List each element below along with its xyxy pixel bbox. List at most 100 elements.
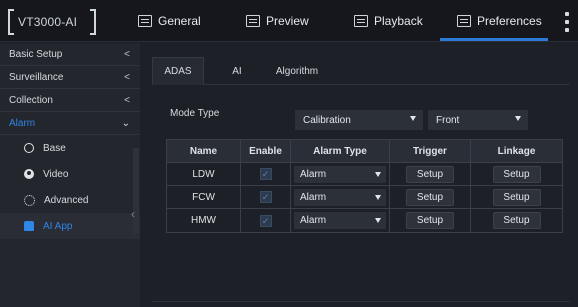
linkage-cell: Setup: [471, 163, 562, 185]
chevron-left-icon: <: [124, 48, 130, 60]
video-icon: [24, 169, 34, 179]
sidebar-subitem-video[interactable]: Video: [0, 161, 140, 187]
logo-left-bracket: [8, 9, 14, 35]
mode-type-select[interactable]: Calibration: [295, 110, 423, 130]
header-alarm-type: Alarm Type: [291, 140, 390, 162]
chevron-left-icon: <: [124, 94, 130, 106]
table-row: HMW ✓ Alarm Setup Setup: [167, 209, 562, 232]
sidebar-item-basic-setup[interactable]: Basic Setup <: [0, 43, 140, 66]
position-select[interactable]: Front: [428, 110, 528, 130]
linkage-cell: Setup: [471, 186, 562, 208]
table-header: Name Enable Alarm Type Trigger Linkage: [167, 140, 562, 163]
header-trigger: Trigger: [390, 140, 471, 162]
logo: VT3000-AI: [8, 9, 96, 35]
alarm-type-cell: Alarm: [291, 186, 390, 208]
chevron-left-icon: <: [124, 71, 130, 83]
enable-checkbox[interactable]: ✓: [259, 191, 272, 203]
sidebar-subitem-base[interactable]: Base: [0, 135, 140, 161]
table-row: LDW ✓ Alarm Setup Setup: [167, 163, 562, 186]
nav-general[interactable]: General: [138, 0, 201, 42]
position-value: Front: [436, 114, 460, 126]
chevron-down-icon: ⌄: [121, 117, 130, 129]
adas-table: Name Enable Alarm Type Trigger Linkage L…: [166, 139, 563, 233]
alarm-type-value: Alarm: [300, 168, 327, 180]
nav-playback[interactable]: Playback: [354, 0, 423, 42]
preview-icon: [246, 15, 260, 27]
alarm-type-cell: Alarm: [291, 163, 390, 185]
dropdown-caret-icon: [375, 218, 381, 223]
mode-type-value: Calibration: [303, 114, 351, 126]
enable-checkbox[interactable]: ✓: [259, 168, 272, 180]
trigger-setup-button[interactable]: Setup: [406, 165, 454, 183]
tab-adas[interactable]: ADAS: [152, 57, 204, 85]
row-name: HMW: [167, 209, 241, 232]
tab-bar: ADAS AI Algorithm: [152, 57, 570, 85]
playback-icon: [354, 15, 368, 27]
enable-cell: ✓: [241, 186, 291, 208]
trigger-cell: Setup: [390, 163, 471, 185]
sidebar-item-label: Surveillance: [9, 71, 64, 83]
ai-app-icon: [24, 221, 34, 231]
alarm-type-select[interactable]: Alarm: [294, 188, 386, 206]
dropdown-caret-icon: [515, 116, 521, 121]
tab-algorithm[interactable]: Algorithm: [267, 57, 327, 85]
alarm-type-value: Alarm: [300, 215, 327, 226]
main-panel: ADAS AI Algorithm Mode Type Calibration …: [140, 43, 578, 307]
row-name: FCW: [167, 186, 241, 208]
tab-ai[interactable]: AI: [222, 57, 252, 85]
sidebar-subitem-label: AI App: [43, 220, 73, 232]
sidebar-item-label: Alarm: [9, 117, 36, 129]
general-icon: [138, 15, 152, 27]
dropdown-caret-icon: [375, 171, 381, 177]
header-name: Name: [167, 140, 241, 162]
nav-preferences-label: Preferences: [477, 14, 542, 28]
nav-preferences[interactable]: Preferences: [457, 0, 542, 42]
dropdown-caret-icon: [410, 116, 416, 121]
logo-text: VT3000-AI: [18, 15, 78, 29]
enable-checkbox[interactable]: ✓: [259, 214, 272, 227]
sidebar-item-label: Basic Setup: [9, 48, 63, 60]
linkage-setup-button[interactable]: Setup: [492, 165, 541, 183]
alarm-type-value: Alarm: [300, 191, 327, 203]
linkage-setup-button[interactable]: Setup: [492, 212, 541, 229]
mode-type-label: Mode Type: [170, 108, 220, 119]
divider: [152, 301, 570, 302]
alarm-type-select[interactable]: Alarm: [294, 165, 386, 183]
linkage-cell: Setup: [471, 209, 562, 232]
sidebar: Basic Setup < Surveillance < Collection …: [0, 43, 140, 307]
header-linkage: Linkage: [497, 145, 536, 157]
nav-preview-label: Preview: [266, 14, 309, 28]
nav-general-label: General: [158, 14, 201, 28]
trigger-cell: Setup: [390, 209, 471, 232]
sidebar-item-label: Collection: [9, 94, 53, 106]
linkage-setup-button[interactable]: Setup: [492, 188, 541, 206]
active-nav-indicator: [440, 38, 548, 41]
sidebar-item-surveillance[interactable]: Surveillance <: [0, 66, 140, 89]
collapse-sidebar-icon[interactable]: ‹: [131, 207, 135, 221]
sidebar-item-collection[interactable]: Collection <: [0, 89, 140, 112]
preferences-icon: [457, 15, 471, 27]
dropdown-caret-icon: [375, 194, 381, 200]
header-enable: Enable: [241, 140, 291, 162]
alarm-type-select[interactable]: Alarm: [294, 212, 386, 229]
nav-preview[interactable]: Preview: [246, 0, 309, 42]
enable-cell: ✓: [241, 209, 291, 232]
row-name: LDW: [167, 163, 241, 185]
alarm-type-cell: Alarm: [291, 209, 390, 232]
sidebar-subitem-label: Base: [43, 142, 66, 154]
advanced-icon: [24, 194, 35, 206]
enable-cell: ✓: [241, 163, 291, 185]
trigger-setup-button[interactable]: Setup: [406, 212, 454, 229]
circle-icon: [24, 143, 34, 153]
top-bar: VT3000-AI General Preview Playback Prefe…: [0, 0, 578, 42]
more-menu-icon[interactable]: [565, 12, 569, 32]
sidebar-scrollbar[interactable]: [133, 148, 139, 234]
logo-right-bracket: [90, 9, 96, 35]
trigger-cell: Setup: [390, 186, 471, 208]
trigger-setup-button[interactable]: Setup: [406, 188, 454, 206]
sidebar-subitem-ai-app[interactable]: AI App: [0, 213, 140, 239]
sidebar-subitem-label: Advanced: [44, 194, 89, 206]
table-row: FCW ✓ Alarm Setup Setup: [167, 186, 562, 209]
sidebar-item-alarm[interactable]: Alarm ⌄: [0, 112, 140, 135]
sidebar-subitem-advanced[interactable]: Advanced: [0, 187, 140, 213]
